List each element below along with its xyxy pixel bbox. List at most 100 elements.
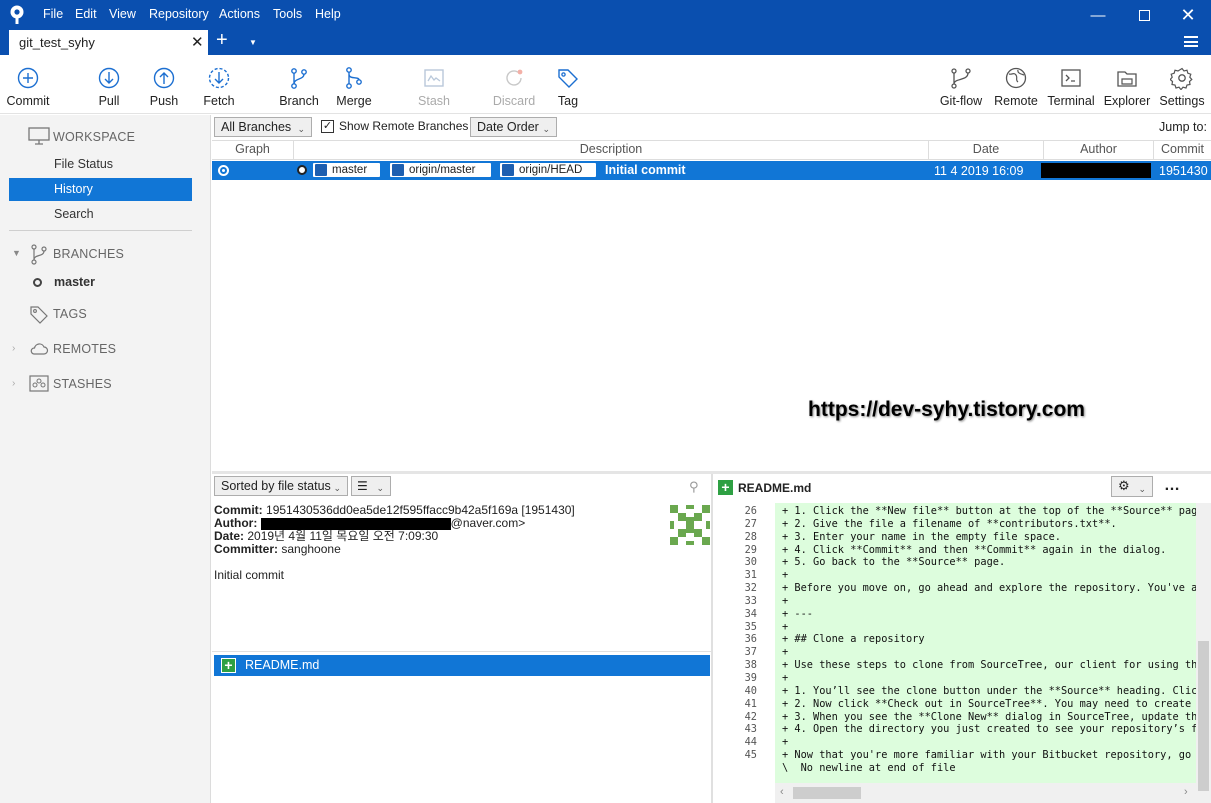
diff-line-text: + 4. Open the directory you just created… [782, 723, 1196, 736]
sort-dropdown[interactable]: Sorted by file status ⌄ [214, 476, 348, 496]
column-graph[interactable]: Graph [212, 140, 294, 159]
tags-header[interactable]: TAGS [53, 307, 87, 321]
sidebar-divider [9, 230, 192, 231]
tab-dropdown-icon[interactable]: ▼ [249, 38, 257, 47]
more-options-icon[interactable]: … [1164, 477, 1181, 495]
fetch-label: Fetch [203, 94, 235, 108]
branch-tag-master[interactable]: master [313, 163, 380, 177]
push-button[interactable]: Push [140, 55, 188, 114]
sidebar-item-history[interactable]: History [9, 178, 192, 201]
diff-line-number: 39 [744, 671, 757, 684]
menu-file[interactable]: File [43, 7, 63, 21]
stashes-header[interactable]: STASHES [53, 377, 112, 391]
tag-button[interactable]: Tag [544, 55, 592, 114]
hamburger-menu-icon[interactable] [1184, 36, 1198, 47]
branch-tag-origin-master[interactable]: origin/master [390, 163, 491, 177]
stashes-expand-chevron-icon[interactable]: › [12, 378, 15, 389]
remotes-expand-chevron-icon[interactable]: › [12, 343, 15, 354]
menu-actions[interactable]: Actions [219, 7, 260, 21]
menu-view[interactable]: View [109, 7, 136, 21]
repo-tab[interactable]: git_test_syhy ✕ [9, 30, 208, 55]
workspace-header: WORKSPACE [53, 130, 136, 144]
menu-help[interactable]: Help [315, 7, 341, 21]
column-commit[interactable]: Commit [1154, 140, 1211, 159]
branch-button[interactable]: Branch [275, 55, 323, 114]
order-dropdown[interactable]: Date Order ⌄ [470, 117, 557, 137]
branches-expand-chevron-icon[interactable]: ▼ [12, 248, 21, 258]
diff-line-text: + [782, 736, 789, 749]
merge-icon [346, 67, 362, 89]
terminal-button[interactable]: Terminal [1044, 55, 1098, 114]
diff-line-number: 44 [744, 736, 757, 749]
sidebar-item-search[interactable]: Search [9, 203, 192, 226]
discard-button[interactable]: Discard [490, 55, 538, 114]
globe-icon [1005, 67, 1027, 89]
new-tab-plus-icon[interactable]: + [216, 29, 228, 52]
column-author[interactable]: Author [1044, 140, 1154, 159]
settings-button[interactable]: Settings [1156, 55, 1208, 114]
search-icon[interactable]: ⚲ [689, 479, 699, 495]
branches-filter-dropdown[interactable]: All Branches ⌄ [214, 117, 312, 137]
diff-vertical-scrollbar[interactable] [1196, 503, 1211, 803]
cloud-icon [30, 343, 49, 355]
diff-line: 26 + 1. Click the **New file** button at … [713, 505, 1196, 518]
explorer-button[interactable]: Explorer [1101, 55, 1153, 114]
menu-repository[interactable]: Repository [149, 7, 209, 21]
stash-icon [424, 69, 444, 87]
close-tab-icon[interactable]: ✕ [191, 33, 204, 51]
diff-horizontal-scrollbar[interactable]: ‹ › [775, 783, 1196, 803]
column-description[interactable]: Description [294, 140, 929, 159]
diff-options-dropdown[interactable]: ⚙ ⌄ [1111, 476, 1153, 497]
show-remote-branches-checkbox[interactable]: ✓ [321, 120, 334, 133]
branch-tag-origin-head[interactable]: origin/HEAD [500, 163, 596, 177]
diff-line: \ No newline at end of file [713, 762, 1196, 775]
explorer-label: Explorer [1103, 94, 1151, 108]
menu-tools[interactable]: Tools [273, 7, 302, 21]
sort-value: Sorted by file status [221, 479, 331, 493]
push-icon [153, 67, 175, 89]
diff-line-text: + ## Clone a repository [782, 633, 925, 646]
gitflow-icon [951, 68, 971, 89]
view-mode-dropdown[interactable]: ☰ ⌄ [351, 476, 391, 496]
scroll-right-icon[interactable]: › [1184, 786, 1188, 798]
committer-name: sanghoone [281, 542, 341, 556]
diff-line-text: + 2. Give the file a filename of **contr… [782, 517, 1117, 530]
merge-button[interactable]: Merge [330, 55, 378, 114]
column-date[interactable]: Date [929, 140, 1044, 159]
maximize-icon[interactable] [1121, 0, 1167, 30]
gitflow-button[interactable]: Git-flow [934, 55, 988, 114]
sidebar-item-file-status[interactable]: File Status [9, 153, 192, 176]
diff-line-number: 32 [744, 582, 757, 595]
commit-icon [17, 67, 39, 89]
pull-button[interactable]: Pull [85, 55, 133, 114]
diff-line-text: + 1. Click the **New file** button at th… [782, 505, 1196, 517]
scroll-left-icon[interactable]: ‹ [780, 786, 784, 798]
diff-line-text: \ No newline at end of file [782, 761, 956, 774]
minimize-icon[interactable]: — [1075, 0, 1121, 30]
file-added-icon: + [718, 480, 733, 495]
remote-label: Remote [994, 94, 1038, 108]
commit-hash: 1951430 [1159, 164, 1208, 178]
branches-header[interactable]: BRANCHES [53, 247, 124, 261]
menu-edit[interactable]: Edit [75, 7, 97, 21]
diff-line: 34 + --- [713, 608, 1196, 621]
remote-button[interactable]: Remote [992, 55, 1040, 114]
toolbar: Commit Pull Push Fetch Branch Merge Stas… [0, 55, 1211, 114]
diff-line-number: 38 [744, 659, 757, 672]
remotes-header[interactable]: REMOTES [53, 342, 116, 356]
diff-line-number: 45 [744, 749, 757, 762]
commit-button[interactable]: Commit [0, 55, 56, 114]
diff-line-text: + 4. Click **Commit** and then **Commit*… [782, 543, 1167, 556]
pull-label: Pull [98, 94, 120, 108]
diff-line: 33 + [713, 595, 1196, 608]
fetch-button[interactable]: Fetch [195, 55, 243, 114]
chevron-down-icon: ⌄ [297, 124, 305, 134]
diff-vertical-scroll-thumb[interactable] [1198, 641, 1209, 791]
stash-button[interactable]: Stash [410, 55, 458, 114]
diff-line-text: + 3. When you see the **Clone New** dial… [782, 710, 1196, 723]
branch-item-master[interactable]: master [54, 275, 95, 289]
close-window-icon[interactable]: ✕ [1165, 0, 1211, 30]
file-list-item[interactable]: + README.md [214, 655, 710, 676]
diff-horizontal-scroll-thumb[interactable] [793, 787, 861, 799]
diff-line: 43 + 4. Open the directory you just creat… [713, 723, 1196, 736]
